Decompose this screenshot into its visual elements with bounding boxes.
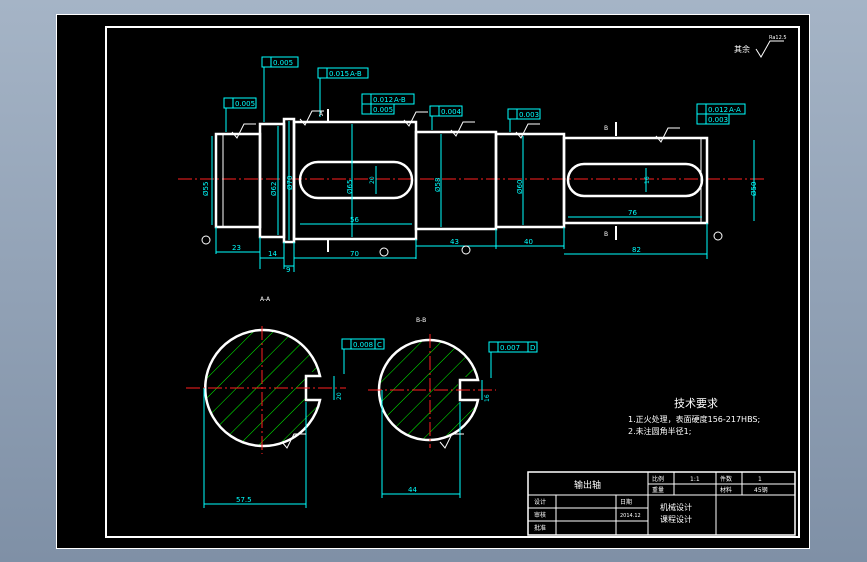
sheet-outer-border [56, 14, 810, 549]
svg-text:A-B: A-B [350, 70, 362, 78]
length-label-9: 9 [286, 266, 290, 274]
drawing-sheet: 其余 Ra12.5 Ø55 Ø62 Ø70 Ø65 20 Ø58 Ø60 16 … [56, 14, 810, 549]
svg-text:0.003: 0.003 [519, 111, 539, 119]
svg-text:0.003: 0.003 [708, 116, 728, 124]
keyway-right [566, 162, 704, 198]
svg-text:0.005: 0.005 [235, 100, 255, 108]
tolerance-frame-4: 0.012 A-B 0.005 [361, 93, 415, 115]
svg-text:0.005: 0.005 [273, 59, 293, 67]
title-approver-label: 批准 [534, 524, 546, 532]
diameter-label-2: Ø62 [270, 182, 278, 196]
section-bb-width: 44 [408, 486, 417, 494]
tolerance-frame-7: 0.012 A-A 0.003 [696, 103, 746, 125]
tolerance-frame-2: 0.015 A-B [317, 67, 369, 117]
section-aa-depth: 20 [336, 392, 343, 400]
title-scale-label: 比例 [652, 475, 664, 483]
svg-text:0.005: 0.005 [373, 106, 393, 114]
svg-text:0.004: 0.004 [441, 108, 462, 116]
cad-window-background: 其余 Ra12.5 Ø55 Ø62 Ø70 Ø65 20 Ø58 Ø60 16 … [0, 0, 867, 562]
section-markers: A B B [319, 109, 617, 252]
diameter-label-1: Ø55 [202, 182, 210, 196]
general-roughness-note: 其余 Ra12.5 [734, 35, 787, 58]
title-block: 输出轴 比例 1:1 件数 1 重量 材料 45钢 设计 审核 批准 日期 20… [527, 471, 796, 536]
diameter-label-7: Ø50 [750, 182, 758, 196]
technical-requirements: 技术要求 1.正火处理，表面硬度156-217HBS; 2.未注圆角半径1; [628, 397, 760, 436]
title-date-label: 日期 [620, 498, 632, 506]
length-label-82: 82 [632, 246, 641, 254]
sheet-inner-border [105, 26, 800, 538]
title-scale-value: 1:1 [690, 476, 700, 483]
title-weight-label: 重量 [652, 486, 664, 494]
shaft-segment-bearing-right [494, 132, 566, 229]
section-mark-a-top: A [319, 111, 324, 118]
shaft-drawing: 其余 Ra12.5 Ø55 Ø62 Ø70 Ø65 20 Ø58 Ø60 16 … [56, 14, 810, 549]
title-count-label: 件数 [720, 475, 732, 483]
length-label-14: 14 [268, 250, 277, 258]
tech-requirement-2: 2.未注圆角半径1; [628, 426, 691, 436]
shaft-segment-shoulder [258, 122, 286, 239]
keyway-left [298, 160, 414, 200]
svg-text:0.012: 0.012 [708, 106, 728, 114]
svg-text:A-B: A-B [394, 96, 406, 104]
section-aa-title: A-A [260, 296, 271, 303]
section-aa-datum: C [377, 341, 382, 349]
section-bb: B-B 0.007 D 16 44 [368, 317, 538, 498]
svg-text:A-A: A-A [729, 106, 741, 114]
section-aa: A-A 0.008 C 20 57.5 [186, 296, 385, 508]
roughness-symbol-icon [755, 40, 784, 58]
remaining-roughness-value: Ra12.5 [769, 35, 787, 41]
diameter-label-4: Ø65 [346, 180, 354, 194]
length-label-43: 43 [450, 238, 459, 246]
title-course-line2: 课程设计 [660, 514, 692, 524]
title-designer-label: 设计 [534, 498, 546, 506]
title-material-label: 材料 [720, 486, 732, 494]
svg-text:0.012: 0.012 [373, 96, 393, 104]
diameter-label-3: Ø70 [286, 176, 294, 190]
tech-requirements-title: 技术要求 [674, 397, 718, 410]
length-label-56: 56 [350, 216, 359, 224]
shaft-segment-middle [414, 130, 498, 231]
section-aa-tolerance: 0.008 [353, 341, 373, 349]
tolerance-frame-6: 0.003 [507, 108, 541, 132]
diameter-label-5: Ø58 [434, 178, 442, 192]
section-mark-b-top: B [604, 125, 608, 132]
section-bb-depth: 16 [484, 394, 491, 402]
remaining-roughness-label: 其余 [734, 44, 750, 54]
section-bb-title: B-B [416, 317, 426, 324]
section-aa-width: 57.5 [236, 496, 252, 504]
title-material-value: 45钢 [754, 486, 768, 494]
title-checker-label: 审核 [534, 511, 546, 519]
section-mark-b-bottom: B [604, 231, 608, 238]
title-part-name: 输出轴 [574, 479, 601, 491]
tech-requirement-1: 1.正火处理，表面硬度156-217HBS; [628, 414, 760, 424]
section-bb-tolerance: 0.007 [500, 344, 520, 352]
svg-text:0.015: 0.015 [329, 70, 349, 78]
keyway-width-left: 20 [369, 176, 376, 184]
section-bb-datum: D [530, 344, 535, 352]
keyway-width-right: 16 [644, 176, 651, 184]
title-course-line1: 机械设计 [660, 502, 692, 512]
datum-markers [201, 231, 723, 257]
tolerance-frame-5: 0.004 [429, 105, 463, 130]
length-label-40: 40 [524, 238, 533, 246]
tolerance-frame-1: 0.005 [261, 56, 299, 122]
tolerance-frame-3: 0.005 [223, 97, 257, 132]
title-count-value: 1 [758, 476, 762, 483]
length-label-76: 76 [628, 209, 637, 217]
length-label-23: 23 [232, 244, 241, 252]
diameter-label-6: Ø60 [516, 180, 524, 194]
length-label-70: 70 [350, 250, 359, 258]
title-date-value: 2014.12 [620, 513, 641, 519]
